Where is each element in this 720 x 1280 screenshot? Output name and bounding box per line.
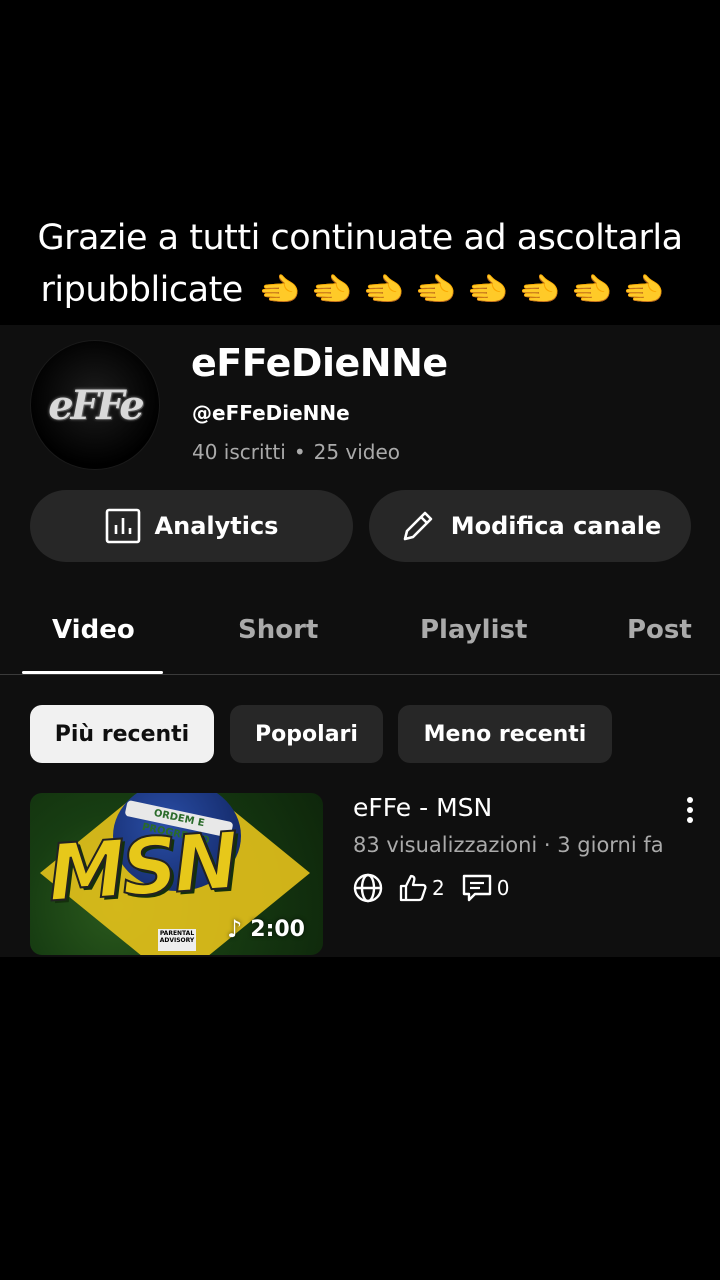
edit-channel-button[interactable]: Modifica canale <box>369 490 691 562</box>
video-duration: ♪ 2:00 <box>227 915 305 943</box>
overlay-caption: Grazie a tutti continuate ad ascoltarla … <box>0 212 720 316</box>
filter-chip-oldest[interactable]: Meno recenti <box>398 705 612 763</box>
hand-emoji: 🫲 <box>362 270 405 310</box>
parental-advisory-label: PARENTAL ADVISORY <box>158 929 196 951</box>
pencil-icon <box>403 511 433 541</box>
tab-video[interactable]: Video <box>52 615 135 645</box>
channel-panel: eFFe eFFeDieNNe @eFFeDieNNe 40 iscritti •… <box>0 325 720 957</box>
analytics-icon <box>105 508 140 544</box>
globe-icon <box>353 873 383 903</box>
subscriber-count: 40 iscritti <box>192 440 286 464</box>
active-tab-indicator <box>22 671 163 674</box>
thumbs-up-icon <box>399 874 427 902</box>
tab-playlist[interactable]: Playlist <box>420 615 527 645</box>
like-count-group: 2 <box>398 873 445 903</box>
edit-channel-label: Modifica canale <box>450 512 662 540</box>
hand-emoji: 🫲 <box>414 270 457 310</box>
hand-emoji: 🫲 <box>466 270 509 310</box>
avatar-logo-text: eFFe <box>48 381 145 429</box>
tab-post[interactable]: Post <box>627 615 692 645</box>
like-count: 2 <box>432 876 445 900</box>
filter-chip-recent[interactable]: Più recenti <box>30 705 214 763</box>
caption-line-1: Grazie a tutti continuate ad ascoltarla <box>37 218 683 258</box>
thumbnail-title-art: MSN <box>44 816 239 921</box>
analytics-label: Analytics <box>154 512 279 540</box>
caption-line-2: ripubblicate <box>40 270 244 310</box>
caption-line-2-wrap: ripubblicate 🫲 🫲 🫲 🫲 🫲 🫲 🫲 🫲 <box>0 264 720 316</box>
hand-emoji: 🫲 <box>310 270 353 310</box>
channel-stats: 40 iscritti • 25 video <box>192 440 400 464</box>
comment-icon <box>462 874 491 902</box>
hand-emoji: 🫲 <box>622 270 665 310</box>
channel-name: eFFeDieNNe <box>191 341 448 385</box>
video-meta: 83 visualizzazioni · 3 giorni fa <box>353 833 664 857</box>
filter-chip-popular[interactable]: Popolari <box>230 705 383 763</box>
video-title[interactable]: eFFe - MSN <box>353 793 492 822</box>
stats-separator: • <box>293 440 306 464</box>
channel-avatar[interactable]: eFFe <box>30 340 160 470</box>
channel-handle: @eFFeDieNNe <box>192 401 350 425</box>
video-stats-row: 2 0 <box>352 872 509 904</box>
duration-text: 2:00 <box>250 916 305 942</box>
comment-count: 0 <box>496 876 510 900</box>
visibility-public <box>352 872 384 904</box>
hand-emoji: 🫲 <box>570 270 613 310</box>
analytics-button[interactable]: Analytics <box>30 490 353 562</box>
video-count: 25 video <box>313 440 401 464</box>
video-thumbnail[interactable]: ORDEM E PROGRESSO MSN PARENTAL ADVISORY … <box>30 793 323 955</box>
more-options-icon[interactable] <box>680 795 700 825</box>
channel-tabs: Video Short Playlist Post <box>0 605 720 675</box>
hand-emoji: 🫲 <box>518 270 561 310</box>
tab-short[interactable]: Short <box>238 615 318 645</box>
comment-count-group: 0 <box>461 872 510 904</box>
hand-emoji: 🫲 <box>258 270 301 310</box>
music-note-icon: ♪ <box>226 915 243 943</box>
